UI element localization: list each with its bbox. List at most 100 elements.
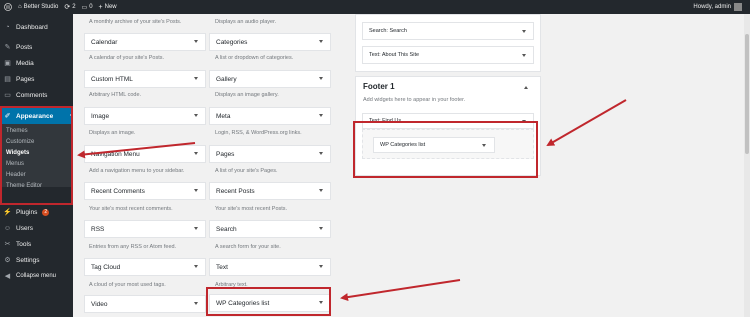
widget-description: Displays an image gallery. — [215, 92, 279, 98]
widget-title: Text — [216, 263, 228, 271]
expand-arrow-icon[interactable] — [522, 54, 526, 57]
sidebar-item-dashboard[interactable]: ◔ Dashboard — [0, 20, 73, 34]
dashboard-icon: ◔ — [5, 23, 10, 31]
widget-image[interactable]: Image — [84, 107, 206, 125]
footer-area-title[interactable]: Footer 1 — [363, 82, 395, 91]
sidebar-item-label: Media — [16, 59, 34, 67]
sidebar-item-label: Settings — [16, 256, 40, 264]
expand-arrow-icon[interactable] — [522, 30, 526, 33]
widget-title: Meta — [216, 112, 231, 120]
svg-text:W: W — [6, 5, 11, 11]
footer-highlight-box — [353, 121, 538, 178]
howdy-text: Howdy, admin — [693, 4, 731, 10]
wp-categories-highlight-box — [206, 287, 331, 316]
widget-tag-cloud[interactable]: Tag Cloud — [84, 258, 206, 276]
widget-calendar[interactable]: Calendar — [84, 33, 206, 51]
site-name-link[interactable]: ⌂ Better Studio — [18, 4, 58, 10]
sidebar-item-plugins[interactable]: ⚡ Plugins 2 — [0, 205, 73, 219]
expand-arrow-icon[interactable] — [194, 40, 198, 43]
widget-description: Arbitrary HTML code. — [89, 92, 142, 98]
widget-description: A monthly archive of your site's Posts. — [89, 19, 182, 25]
expand-arrow-icon[interactable] — [194, 265, 198, 268]
expand-arrow-icon[interactable] — [194, 152, 198, 155]
sidebar-item-label: Posts — [16, 43, 33, 51]
sidebar-item-pages[interactable]: ▤ Pages — [0, 72, 73, 86]
admin-bar: W ⌂ Better Studio ⟳ 2 ▭ 0 + New Howdy, a… — [0, 0, 750, 14]
plus-icon: + — [98, 3, 103, 11]
my-account-link[interactable]: Howdy, admin — [693, 3, 742, 11]
widget-gallery[interactable]: Gallery — [209, 70, 331, 88]
widget-text[interactable]: Text — [209, 258, 331, 276]
widget-title: Recent Comments — [91, 187, 145, 195]
comment-icon: ▭ — [4, 92, 11, 99]
area-widget-text[interactable]: Text: About This Site — [362, 46, 534, 64]
area-widget-search[interactable]: Search: Search — [362, 22, 534, 40]
sidebar-item-label: Users — [16, 224, 33, 232]
new-content-link[interactable]: + New — [99, 4, 117, 11]
widget-rss[interactable]: RSS — [84, 220, 206, 238]
widget-description: Displays an audio player. — [215, 19, 277, 25]
user-icon: ☺ — [3, 224, 12, 232]
widget-description: Your site's most recent Posts. — [215, 206, 288, 212]
comment-bubble-icon: ▭ — [81, 4, 88, 11]
updates-link[interactable]: ⟳ 2 — [64, 3, 75, 11]
page-scrollbar[interactable] — [744, 14, 750, 317]
widget-title: Custom HTML — [91, 75, 133, 83]
avatar — [734, 3, 742, 11]
expand-arrow-icon[interactable] — [194, 77, 198, 80]
home-icon: ⌂ — [18, 4, 22, 10]
widget-description: A list or dropdown of categories. — [215, 55, 294, 61]
sidebar-item-users[interactable]: ☺ Users — [0, 221, 73, 235]
expand-arrow-icon[interactable] — [194, 227, 198, 230]
expand-arrow-icon[interactable] — [319, 265, 323, 268]
comments-count: 0 — [89, 4, 93, 10]
widget-title: Navigation Menu — [91, 150, 140, 158]
sidebar-item-label: Collapse menu — [16, 273, 57, 279]
wordpress-logo-icon[interactable]: W — [4, 3, 12, 11]
widget-categories[interactable]: Categories — [209, 33, 331, 51]
expand-arrow-icon[interactable] — [319, 152, 323, 155]
updates-count: 2 — [72, 4, 76, 10]
sidebar-item-settings[interactable]: ⚙ Settings — [0, 253, 73, 267]
expand-arrow-icon[interactable] — [194, 302, 198, 305]
widget-video[interactable]: Video — [84, 295, 206, 313]
collapse-arrow-icon[interactable] — [524, 86, 528, 89]
widget-recent-comments[interactable]: Recent Comments — [84, 182, 206, 200]
expand-arrow-icon[interactable] — [319, 40, 323, 43]
expand-arrow-icon[interactable] — [319, 114, 323, 117]
widget-description: Entries from any RSS or Atom feed. — [89, 244, 177, 250]
expand-arrow-icon[interactable] — [194, 189, 198, 192]
scrollbar-thumb[interactable] — [745, 34, 749, 154]
expand-arrow-icon[interactable] — [319, 77, 323, 80]
sidebar-item-label: Comments — [16, 91, 48, 99]
widget-navigation-menu[interactable]: Navigation Menu — [84, 145, 206, 163]
sidebar-item-comments[interactable]: ▭ Comments — [0, 88, 73, 102]
page-icon: ▤ — [4, 76, 11, 83]
collapse-icon: ◀ — [4, 273, 11, 280]
widget-meta[interactable]: Meta — [209, 107, 331, 125]
footer-area-description: Add widgets here to appear in your foote… — [363, 97, 466, 103]
widget-search[interactable]: Search — [209, 220, 331, 238]
updates-icon: ⟳ — [64, 4, 71, 11]
comments-link[interactable]: ▭ 0 — [82, 4, 93, 11]
widget-title: Text: About This Site — [369, 52, 420, 58]
sidebar-item-posts[interactable]: ✎ Posts — [0, 40, 73, 54]
widget-custom-html[interactable]: Custom HTML — [84, 70, 206, 88]
widget-title: Categories — [216, 38, 248, 46]
widget-pages[interactable]: Pages — [209, 145, 331, 163]
sidebar-item-tools[interactable]: ✂ Tools — [0, 237, 73, 251]
widget-title: Calendar — [91, 38, 118, 46]
media-icon: ▣ — [4, 60, 11, 67]
widget-title: Video — [91, 300, 108, 308]
sidebar-item-media[interactable]: ▣ Media — [0, 56, 73, 70]
widget-description: Login, RSS, & WordPress.org links. — [215, 130, 302, 136]
expand-arrow-icon[interactable] — [194, 114, 198, 117]
widget-recent-posts[interactable]: Recent Posts — [209, 182, 331, 200]
collapse-menu-button[interactable]: ◀ Collapse menu — [0, 269, 73, 283]
widget-description: Your site's most recent comments. — [89, 206, 173, 212]
new-label: New — [104, 4, 117, 10]
settings-icon: ⚙ — [4, 257, 11, 264]
plugins-update-badge: 2 — [42, 208, 50, 216]
expand-arrow-icon[interactable] — [319, 227, 323, 230]
expand-arrow-icon[interactable] — [319, 189, 323, 192]
